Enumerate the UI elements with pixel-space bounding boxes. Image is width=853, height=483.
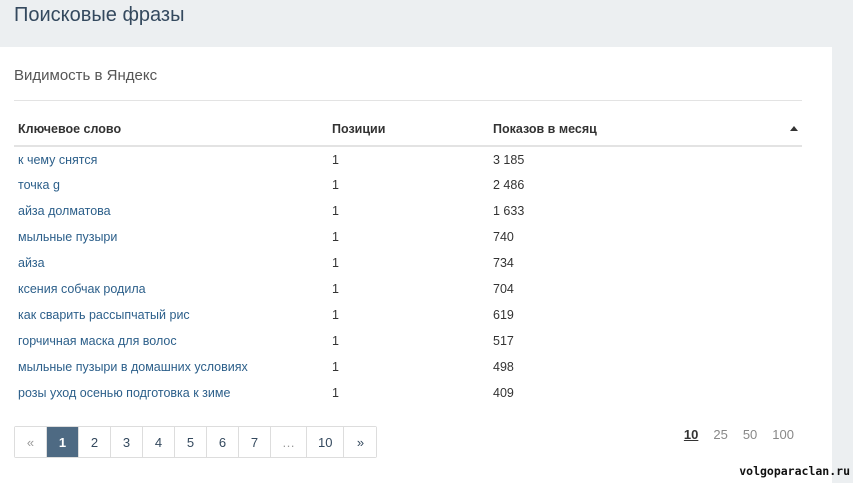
page-title: Поисковые фразы <box>14 4 185 26</box>
keyword-link[interactable]: точка g <box>14 172 328 198</box>
views-cell: 704 <box>493 282 514 296</box>
keywords-table: Ключевое слово Позиции Показов в месяц к… <box>14 113 802 406</box>
pagination-ellipsis[interactable]: … <box>271 427 307 457</box>
keyword-link[interactable]: мыльные пузыри <box>14 224 328 250</box>
views-cell: 3 185 <box>493 152 525 167</box>
position-cell: 1 <box>332 308 339 322</box>
pagination-page-1[interactable]: 1 <box>47 427 79 457</box>
pagination-next-button[interactable]: » <box>344 427 377 457</box>
card-title: Видимость в Яндекс <box>14 67 158 84</box>
keyword-link[interactable]: розы уход осенью подготовка к зиме <box>14 380 328 406</box>
keyword-link[interactable]: айза долматова <box>14 198 328 224</box>
position-cell: 1 <box>332 282 339 296</box>
table-row: как сварить рассыпчатый рис 1 619 <box>14 302 802 328</box>
position-cell: 1 <box>332 256 339 270</box>
table-row: горчичная маска для волос 1 517 <box>14 328 802 354</box>
views-cell: 409 <box>493 386 514 400</box>
pagination-page-3[interactable]: 3 <box>111 427 143 457</box>
position-cell: 1 <box>332 360 339 374</box>
pagination-page-7[interactable]: 7 <box>239 427 271 457</box>
keyword-link[interactable]: айза <box>14 250 328 276</box>
page-size-option-100[interactable]: 100 <box>772 427 794 442</box>
table-row: розы уход осенью подготовка к зиме 1 409 <box>14 380 802 406</box>
views-cell: 740 <box>493 230 514 244</box>
position-cell: 1 <box>332 204 339 218</box>
position-cell: 1 <box>332 386 339 400</box>
views-cell: 498 <box>493 360 514 374</box>
pagination-page-2[interactable]: 2 <box>79 427 111 457</box>
table-row: ксения собчак родила 1 704 <box>14 276 802 302</box>
keyword-link[interactable]: ксения собчак родила <box>14 276 328 302</box>
keyword-link[interactable]: мыльные пузыри в домашних условиях <box>14 354 328 380</box>
table-row: мыльные пузыри в домашних условиях 1 498 <box>14 354 802 380</box>
header-views[interactable]: Показов в месяц <box>489 113 802 147</box>
page-size-selector: 10 25 50 100 <box>684 427 794 442</box>
header-position[interactable]: Позиции <box>328 113 489 147</box>
visibility-card: Видимость в Яндекс Ключевое слово Позици… <box>0 47 832 483</box>
pagination-page-5[interactable]: 5 <box>175 427 207 457</box>
position-cell: 1 <box>332 178 339 192</box>
views-cell: 734 <box>493 256 514 270</box>
table-row: к чему снятся 1 3 185 <box>14 146 802 172</box>
table-row: айза долматова 1 1 633 <box>14 198 802 224</box>
pagination-page-6[interactable]: 6 <box>207 427 239 457</box>
page-size-option-10[interactable]: 10 <box>684 427 698 442</box>
views-cell: 2 486 <box>493 178 525 192</box>
keyword-link[interactable]: к чему снятся <box>14 146 328 172</box>
position-cell: 1 <box>332 334 339 348</box>
header-views-label: Показов в месяц <box>493 122 597 136</box>
keyword-link[interactable]: горчичная маска для волос <box>14 328 328 354</box>
position-cell: 1 <box>332 230 339 244</box>
table-row: мыльные пузыри 1 740 <box>14 224 802 250</box>
views-cell: 1 633 <box>493 204 525 218</box>
pagination-prev-button[interactable]: « <box>15 427 47 457</box>
pagination-page-4[interactable]: 4 <box>143 427 175 457</box>
pagination-page-10[interactable]: 10 <box>307 427 345 457</box>
keyword-link[interactable]: как сварить рассыпчатый рис <box>14 302 328 328</box>
position-cell: 1 <box>332 152 339 167</box>
table-row: айза 1 734 <box>14 250 802 276</box>
table-body: к чему снятся 1 3 185 точка g 1 2 486 айза дол… <box>14 146 802 406</box>
watermark: volgoparaclan.ru <box>739 464 850 478</box>
table-header-row: Ключевое слово Позиции Показов в месяц <box>14 113 802 147</box>
card-divider <box>14 100 802 101</box>
views-cell: 517 <box>493 334 514 348</box>
table-row: точка g 1 2 486 <box>14 172 802 198</box>
page-size-option-25[interactable]: 25 <box>713 427 727 442</box>
page-size-option-50[interactable]: 50 <box>743 427 757 442</box>
views-cell: 619 <box>493 308 514 322</box>
sort-arrow-up-icon <box>790 126 798 131</box>
pagination: «1 2 3 4 5 6 7… 10» <box>14 426 378 458</box>
header-keyword[interactable]: Ключевое слово <box>14 113 328 147</box>
